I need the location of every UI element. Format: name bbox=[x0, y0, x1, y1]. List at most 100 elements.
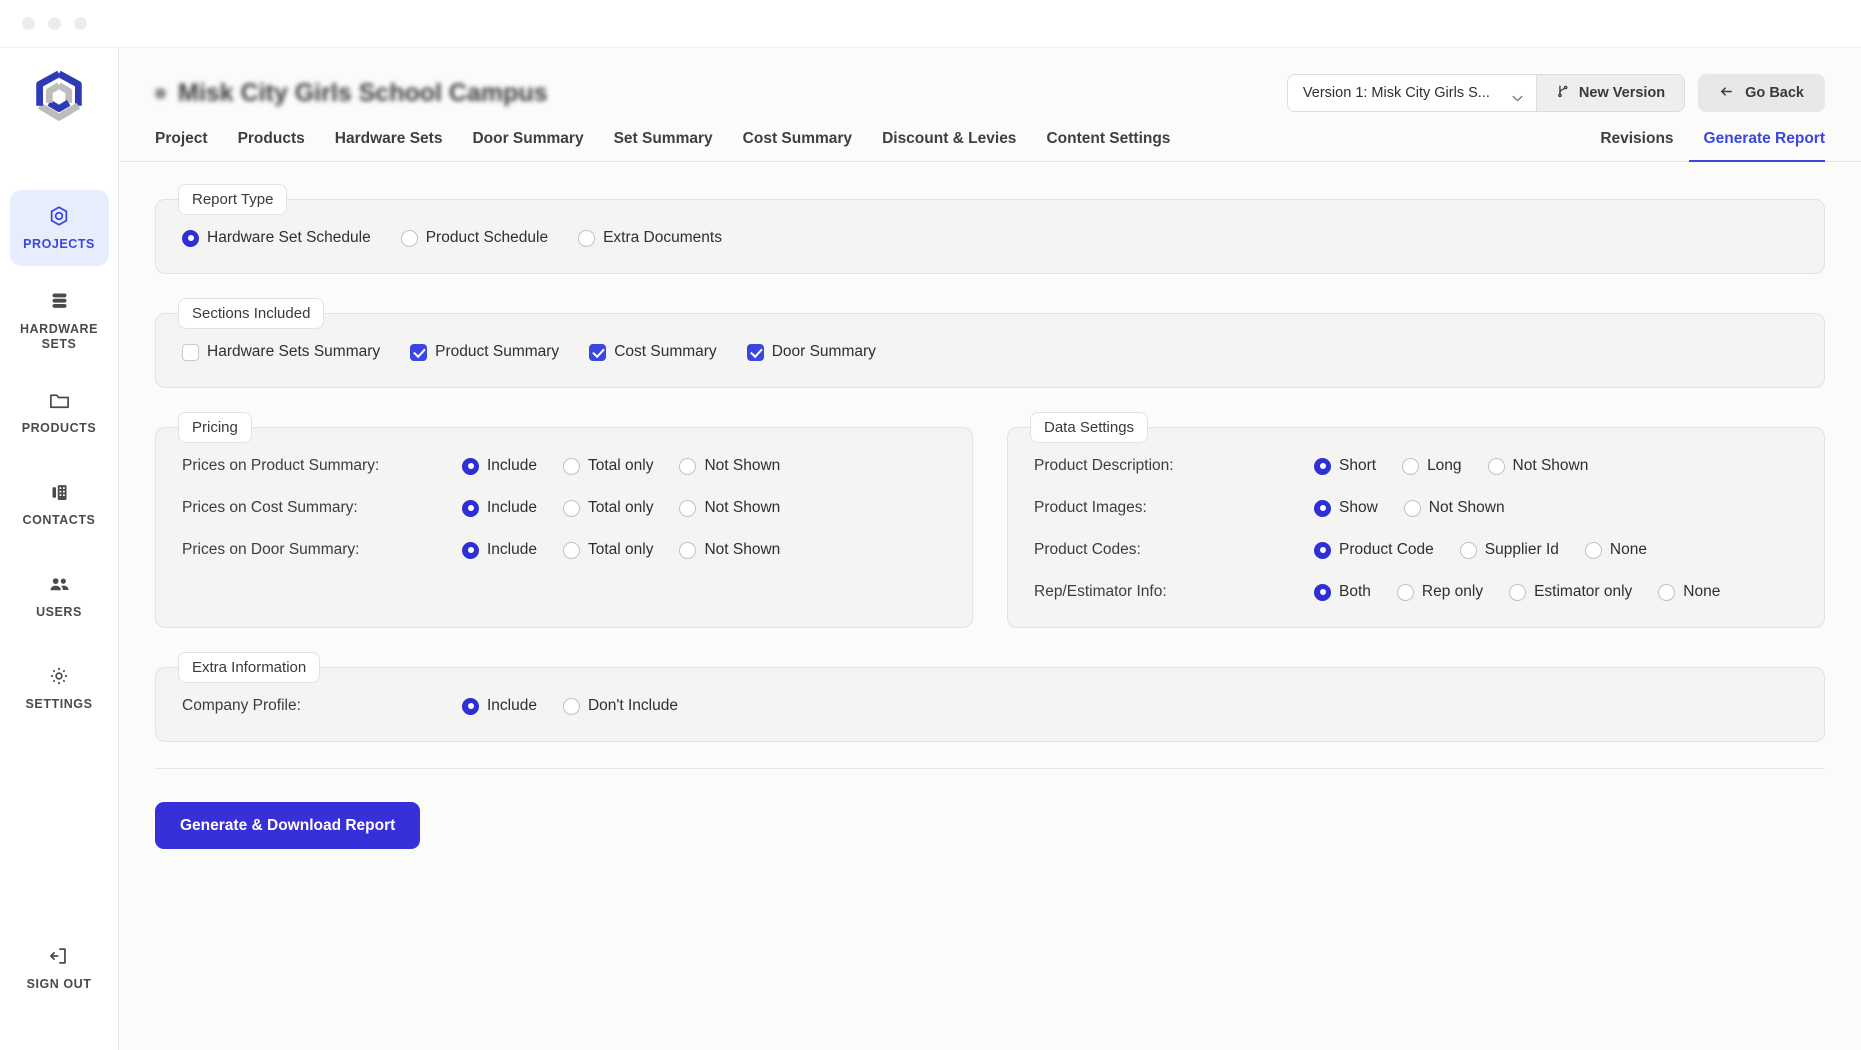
option-include[interactable]: Include bbox=[462, 697, 537, 715]
pricing-body: Prices on Product Summary: Include Total… bbox=[156, 443, 972, 585]
new-version-button[interactable]: New Version bbox=[1535, 75, 1685, 111]
sections-included-legend: Sections Included bbox=[178, 298, 325, 329]
sidebar-item-label: PROJECTS bbox=[23, 237, 95, 252]
version-select-value: Version 1: Misk City Girls S... bbox=[1302, 85, 1490, 101]
option-both[interactable]: Both bbox=[1314, 583, 1371, 601]
option-total-only[interactable]: Total only bbox=[562, 541, 653, 559]
option-rep-only[interactable]: Rep only bbox=[1396, 583, 1483, 601]
option-product-code[interactable]: Product Code bbox=[1314, 541, 1434, 559]
option-label: Product Schedule bbox=[425, 229, 549, 246]
option-long[interactable]: Long bbox=[1402, 457, 1462, 475]
report-type-option-product-schedule[interactable]: Product Schedule bbox=[400, 229, 549, 247]
checkbox-cost-summary[interactable]: Cost Summary bbox=[589, 343, 717, 361]
option-label: Not Shown bbox=[1428, 499, 1505, 516]
option-label: Not Shown bbox=[704, 499, 781, 516]
sidebar-item-sign-out[interactable]: SIGN OUT bbox=[10, 930, 109, 1006]
option-not-shown[interactable]: Not Shown bbox=[1487, 457, 1588, 475]
users-group-icon bbox=[48, 572, 71, 596]
pricing-panel: Pricing Prices on Product Summary: Inclu… bbox=[155, 412, 973, 628]
sidebar-item-hardware-sets[interactable]: HARDWARE SETS bbox=[10, 282, 109, 358]
option-estimator-only[interactable]: Estimator only bbox=[1509, 583, 1632, 601]
option-none[interactable]: None bbox=[1658, 583, 1720, 601]
option-label: Short bbox=[1339, 457, 1377, 474]
building-icon bbox=[49, 480, 70, 504]
tab-cost-summary[interactable]: Cost Summary bbox=[728, 130, 867, 162]
option-label: None bbox=[1609, 541, 1647, 558]
pricing-row-door-summary: Prices on Door Summary: Include Total on… bbox=[182, 541, 946, 559]
window-minimize-dot[interactable] bbox=[48, 17, 61, 30]
checkbox-door-summary[interactable]: Door Summary bbox=[746, 343, 876, 361]
option-show[interactable]: Show bbox=[1314, 499, 1378, 517]
row-label: Product Codes: bbox=[1034, 541, 1141, 558]
sign-out-icon bbox=[48, 944, 70, 968]
row-options: Both Rep only Estimator only None bbox=[1314, 583, 1720, 601]
option-label: Extra Documents bbox=[603, 229, 722, 246]
radio-icon bbox=[562, 499, 580, 517]
report-type-option-extra-documents[interactable]: Extra Documents bbox=[578, 229, 722, 247]
stacked-layers-icon bbox=[49, 289, 70, 313]
tab-generate-report[interactable]: Generate Report bbox=[1688, 130, 1825, 162]
tab-content-settings[interactable]: Content Settings bbox=[1031, 130, 1185, 162]
arrow-left-icon bbox=[1719, 84, 1734, 103]
sidebar-item-settings[interactable]: SETTINGS bbox=[10, 650, 109, 726]
extra-information-panel: Extra Information Company Profile: Inclu… bbox=[155, 652, 1825, 742]
form-divider bbox=[155, 768, 1825, 769]
data-settings-legend: Data Settings bbox=[1030, 412, 1149, 443]
sidebar-item-users[interactable]: USERS bbox=[10, 558, 109, 634]
tab-door-summary[interactable]: Door Summary bbox=[457, 130, 598, 162]
go-back-label: Go Back bbox=[1745, 85, 1804, 101]
option-total-only[interactable]: Total only bbox=[562, 499, 653, 517]
row-options: Include Don't Include bbox=[462, 697, 678, 715]
go-back-button[interactable]: Go Back bbox=[1698, 74, 1825, 112]
option-not-shown[interactable]: Not Shown bbox=[679, 541, 780, 559]
option-include[interactable]: Include bbox=[462, 499, 537, 517]
row-label: Prices on Product Summary: bbox=[182, 457, 380, 474]
target-hexagon-icon bbox=[48, 204, 70, 228]
row-options: Product Code Supplier Id None bbox=[1314, 541, 1647, 559]
data-row-rep-estimator-info: Rep/Estimator Info: Both Rep only Estima… bbox=[1034, 583, 1798, 601]
page-title: Misk City Girls School Campus bbox=[155, 79, 548, 108]
tab-project[interactable]: Project bbox=[155, 130, 223, 162]
app-window: PROJECTS HARDWARE SETS PRODUCTS CONTACTS… bbox=[0, 0, 1861, 1050]
option-label: Not Shown bbox=[704, 457, 781, 474]
window-close-dot[interactable] bbox=[22, 17, 35, 30]
option-label: Show bbox=[1339, 499, 1378, 516]
option-supplier-id[interactable]: Supplier Id bbox=[1459, 541, 1559, 559]
radio-icon bbox=[1403, 499, 1421, 517]
tab-set-summary[interactable]: Set Summary bbox=[599, 130, 728, 162]
sidebar-item-contacts[interactable]: CONTACTS bbox=[10, 466, 109, 542]
tab-revisions[interactable]: Revisions bbox=[1600, 130, 1688, 162]
option-short[interactable]: Short bbox=[1314, 457, 1376, 475]
checkbox-hardware-sets-summary[interactable]: Hardware Sets Summary bbox=[182, 343, 380, 361]
option-not-shown[interactable]: Not Shown bbox=[679, 499, 780, 517]
option-label: Product Summary bbox=[435, 343, 560, 360]
tab-products[interactable]: Products bbox=[223, 130, 320, 162]
window-titlebar bbox=[0, 0, 1861, 48]
option-not-shown[interactable]: Not Shown bbox=[679, 457, 780, 475]
option-none[interactable]: None bbox=[1584, 541, 1647, 559]
generate-download-report-button[interactable]: Generate & Download Report bbox=[155, 802, 421, 849]
checkbox-product-summary[interactable]: Product Summary bbox=[410, 343, 559, 361]
option-include[interactable]: Include bbox=[462, 541, 537, 559]
row-options: Include Total only Not Shown bbox=[462, 457, 780, 475]
sidebar-item-products[interactable]: PRODUCTS bbox=[10, 374, 109, 450]
radio-icon bbox=[578, 229, 596, 247]
radio-icon bbox=[1509, 583, 1527, 601]
sidebar-item-label: PRODUCTS bbox=[21, 421, 97, 436]
option-not-shown[interactable]: Not Shown bbox=[1403, 499, 1505, 517]
sidebar-item-projects[interactable]: PROJECTS bbox=[9, 190, 109, 266]
window-maximize-dot[interactable] bbox=[74, 17, 87, 30]
report-type-option-hardware-set-schedule[interactable]: Hardware Set Schedule bbox=[182, 229, 371, 247]
tab-hardware-sets[interactable]: Hardware Sets bbox=[320, 130, 458, 162]
tab-discount-levies[interactable]: Discount & Levies bbox=[867, 130, 1031, 162]
sidebar-item-label: CONTACTS bbox=[22, 513, 96, 528]
row-label: Prices on Cost Summary: bbox=[182, 499, 358, 516]
option-total-only[interactable]: Total only bbox=[562, 457, 653, 475]
option-include[interactable]: Include bbox=[462, 457, 537, 475]
sidebar-item-label: SETTINGS bbox=[25, 697, 93, 712]
option-label: Door Summary bbox=[771, 343, 876, 360]
row-label: Product Images: bbox=[1034, 499, 1147, 516]
version-select[interactable]: Version 1: Misk City Girls S... bbox=[1287, 75, 1536, 111]
gear-icon bbox=[48, 664, 70, 688]
option-dont-include[interactable]: Don't Include bbox=[562, 697, 678, 715]
